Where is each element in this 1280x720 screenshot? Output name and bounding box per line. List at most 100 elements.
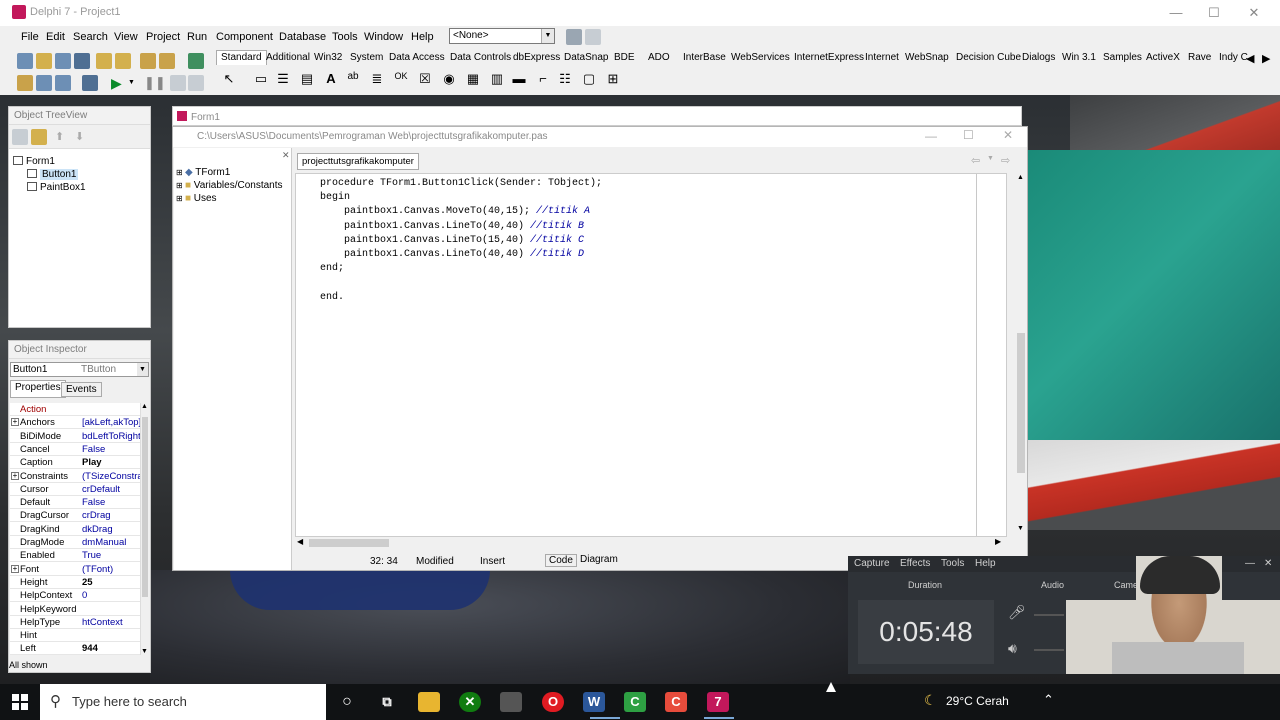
palette-tab-websnap[interactable]: WebSnap bbox=[905, 52, 949, 63]
palette-tab-win31[interactable]: Win 3.1 bbox=[1062, 52, 1096, 63]
menu-help[interactable]: Help bbox=[975, 558, 996, 569]
minimize-button[interactable]: — bbox=[1158, 3, 1194, 23]
palette-tab-internet[interactable]: Internet bbox=[865, 52, 899, 63]
add-file-icon[interactable] bbox=[115, 53, 131, 69]
menu-tools[interactable]: Tools bbox=[332, 31, 358, 43]
tab-events[interactable]: Events bbox=[61, 382, 102, 397]
run-icon[interactable]: ▶ bbox=[111, 75, 127, 91]
tab-diagram[interactable]: Diagram bbox=[578, 554, 620, 565]
menu-window[interactable]: Window bbox=[364, 31, 403, 43]
property-value[interactable]: False bbox=[82, 444, 142, 455]
explorer-node-tform1[interactable]: ⊞ ◆ TForm1 bbox=[176, 167, 230, 178]
tab-code[interactable]: Code bbox=[545, 554, 577, 567]
radiogroup-icon[interactable]: ☷ bbox=[556, 71, 574, 87]
save-desktop-icon[interactable] bbox=[566, 29, 582, 45]
menu-run[interactable]: Run bbox=[187, 31, 207, 43]
combobox-icon[interactable]: ▥ bbox=[488, 71, 506, 87]
chevron-down-icon[interactable]: ▼ bbox=[128, 75, 144, 91]
palette-tab-samples[interactable]: Samples bbox=[1103, 52, 1142, 63]
property-row[interactable]: DragKind dkDrag bbox=[10, 523, 142, 536]
scroll-down-icon[interactable]: ▼ bbox=[141, 648, 148, 655]
move-up-icon[interactable]: ⬆ bbox=[55, 130, 71, 146]
minimize-button[interactable]: — bbox=[1245, 558, 1255, 569]
property-row[interactable]: HelpContext 0 bbox=[10, 589, 142, 603]
scroll-up-icon[interactable]: ▲ bbox=[1017, 174, 1024, 181]
chevron-up-icon[interactable]: ⌃ bbox=[1043, 692, 1054, 708]
menu-project[interactable]: Project bbox=[146, 31, 180, 43]
palette-tab-system[interactable]: System bbox=[350, 52, 383, 63]
menu-view[interactable]: View bbox=[114, 31, 138, 43]
property-value[interactable]: False bbox=[82, 497, 142, 508]
taskbar-search-box[interactable]: ⚲ Type here to search bbox=[40, 684, 326, 720]
menu-file[interactable]: File bbox=[21, 31, 39, 43]
weather-text[interactable]: 29°C Cerah bbox=[946, 694, 1009, 708]
property-value[interactable]: crDefault bbox=[82, 484, 142, 495]
expand-icon[interactable]: + bbox=[11, 418, 19, 427]
property-row[interactable]: Default False bbox=[10, 496, 142, 510]
property-row[interactable]: Left 944 bbox=[10, 642, 142, 656]
save-icon[interactable] bbox=[55, 53, 71, 69]
view-form-icon[interactable] bbox=[36, 75, 52, 91]
property-value[interactable]: (TSizeConstraints) bbox=[82, 471, 142, 482]
step-over-icon[interactable] bbox=[188, 75, 204, 91]
set-debug-desktop-icon[interactable] bbox=[585, 29, 601, 45]
toggle-form-unit-icon[interactable] bbox=[55, 75, 71, 91]
scroll-left-icon[interactable]: ◀ bbox=[297, 537, 303, 546]
scroll-thumb[interactable] bbox=[1017, 333, 1025, 473]
inspector-scrollbar[interactable]: ▲ ▼ bbox=[140, 403, 149, 655]
file-explorer-icon[interactable] bbox=[418, 692, 440, 712]
palette-tab-internetexpress[interactable]: InternetExpress bbox=[794, 52, 864, 63]
palette-tab-standard[interactable]: Standard bbox=[216, 50, 267, 65]
menu-capture[interactable]: Capture bbox=[854, 558, 890, 569]
mainmenu-icon[interactable]: ☰ bbox=[274, 71, 292, 87]
palette-tab-dialogs[interactable]: Dialogs bbox=[1022, 52, 1055, 63]
close-button[interactable]: ✕ bbox=[1264, 558, 1272, 569]
object-selector[interactable]: Button1 TButton ▼ bbox=[10, 362, 149, 377]
scroll-down-icon[interactable]: ▼ bbox=[1017, 525, 1024, 532]
help-icon[interactable] bbox=[188, 53, 204, 69]
actionlist-icon[interactable]: ⊞ bbox=[604, 71, 622, 87]
palette-tab-win32[interactable]: Win32 bbox=[314, 52, 342, 63]
remove-file-icon[interactable] bbox=[159, 53, 175, 69]
camtasia-icon[interactable]: C bbox=[624, 692, 646, 712]
palette-tab-interbase[interactable]: InterBase bbox=[683, 52, 726, 63]
property-row[interactable]: DragMode dmManual bbox=[10, 536, 142, 549]
button-icon[interactable]: OK bbox=[392, 71, 410, 81]
menu-help[interactable]: Help bbox=[411, 31, 434, 43]
scroll-right-icon[interactable]: ▶ bbox=[1262, 52, 1270, 65]
delphi-icon[interactable]: 7 bbox=[707, 692, 729, 712]
palette-tab-additional[interactable]: Additional bbox=[266, 52, 310, 63]
palette-tab-decision-cube[interactable]: Decision Cube bbox=[956, 52, 1021, 63]
menu-edit[interactable]: Edit bbox=[46, 31, 65, 43]
speaker-icon[interactable]: 🔊︎ bbox=[1008, 640, 1017, 657]
open-file-icon[interactable] bbox=[140, 53, 156, 69]
property-value[interactable]: True bbox=[82, 550, 142, 561]
palette-tab-datasnap[interactable]: DataSnap bbox=[564, 52, 608, 63]
trace-into-icon[interactable] bbox=[170, 75, 186, 91]
scrollbar-icon[interactable]: ▬ bbox=[510, 71, 528, 86]
property-row[interactable]: Height 25 bbox=[10, 576, 142, 589]
editor-tab[interactable]: projecttutsgrafikakomputer bbox=[297, 153, 419, 170]
open-project-icon[interactable] bbox=[96, 53, 112, 69]
property-row[interactable]: DragCursor crDrag bbox=[10, 509, 142, 523]
camtasia-recorder-icon[interactable]: C bbox=[665, 692, 687, 712]
menu-component[interactable]: Component bbox=[216, 31, 273, 43]
property-row[interactable]: Cancel False bbox=[10, 443, 142, 456]
scroll-up-icon[interactable]: ▲ bbox=[141, 403, 148, 410]
editor-vertical-scrollbar[interactable]: ▲ ▼ bbox=[1015, 173, 1027, 537]
scroll-left-icon[interactable]: ◀ bbox=[1246, 52, 1254, 65]
new-icon[interactable] bbox=[17, 53, 33, 69]
label-icon[interactable]: A bbox=[322, 71, 340, 86]
forward-icon[interactable]: ⇨ bbox=[1001, 154, 1010, 167]
tree-node-paintbox1[interactable]: PaintBox1 bbox=[27, 182, 86, 193]
radiobutton-icon[interactable]: ◉ bbox=[440, 71, 458, 87]
scroll-thumb[interactable] bbox=[142, 417, 148, 597]
palette-tab-data-controls[interactable]: Data Controls bbox=[450, 52, 511, 63]
start-button[interactable] bbox=[12, 694, 28, 710]
editor-horizontal-scrollbar[interactable]: ◀ ▶ bbox=[295, 537, 1007, 549]
chevron-down-icon[interactable]: ▼ bbox=[987, 155, 994, 162]
property-value[interactable]: (TFont) bbox=[82, 564, 142, 575]
new-item-icon[interactable] bbox=[31, 129, 47, 145]
property-row[interactable]: Hint bbox=[10, 629, 142, 643]
back-icon[interactable]: ⇦ bbox=[971, 154, 980, 167]
